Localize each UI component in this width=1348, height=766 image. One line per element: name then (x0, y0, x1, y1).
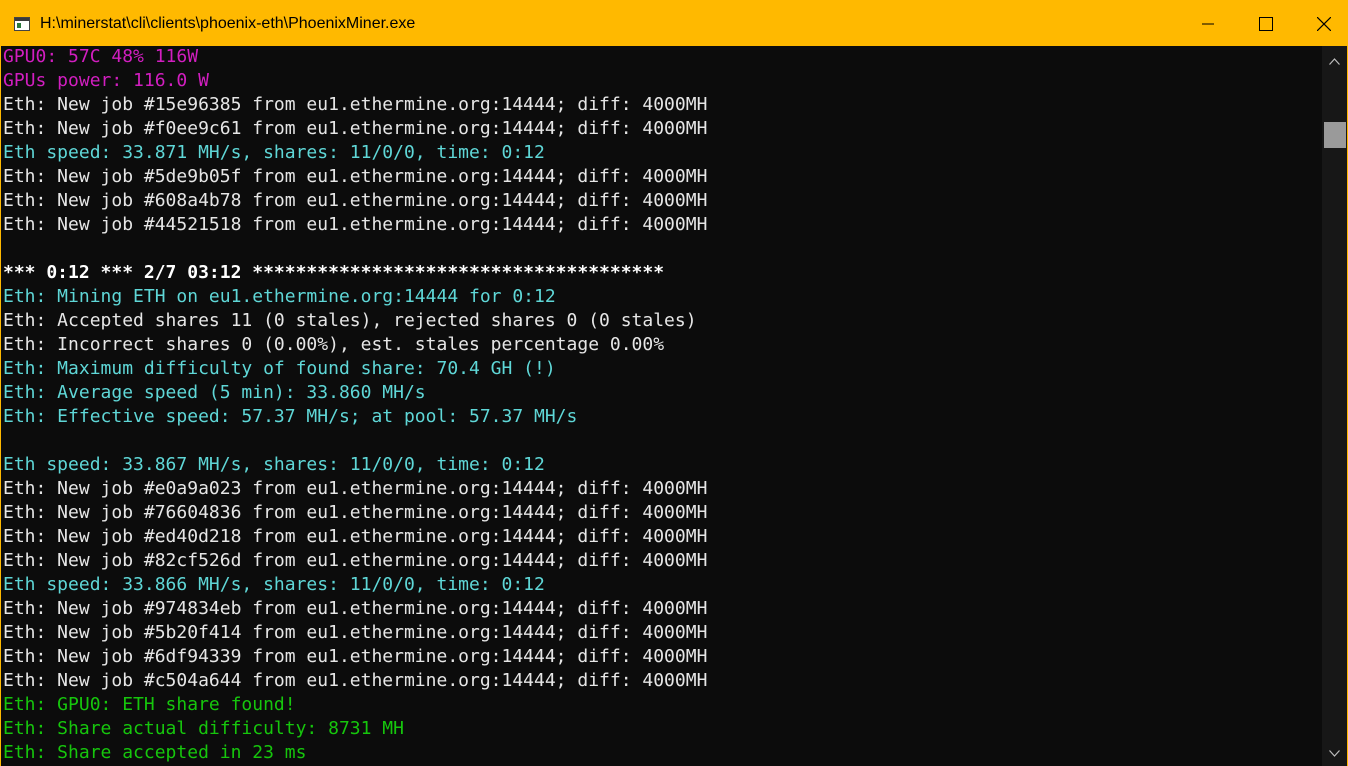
console-line: Eth: New job #c504a644 from eu1.ethermin… (3, 670, 708, 691)
console-line: Eth: Mining ETH on eu1.ethermine.org:144… (3, 286, 556, 307)
console-line: Eth: GPU0: ETH share found! (3, 694, 296, 715)
console-output[interactable]: GPU0: 57C 48% 116W GPUs power: 116.0 W Eth… (1, 46, 1322, 766)
console-line: Eth: New job #f0ee9c61 from eu1.ethermin… (3, 118, 708, 139)
console-line: Eth: New job #76604836 from eu1.ethermin… (3, 502, 708, 523)
chevron-down-icon (1329, 749, 1340, 757)
minimize-icon (1202, 23, 1214, 24)
caption-buttons (1173, 1, 1347, 46)
console-line: Eth speed: 33.866 MH/s, shares: 11/0/0, … (3, 574, 545, 595)
console-line: Eth: New job #44521518 from eu1.ethermin… (3, 214, 708, 235)
console-line: Eth: Share accepted in 23 ms (3, 742, 307, 763)
console-line: Eth: Accepted shares 11 (0 stales), reje… (3, 310, 697, 331)
window-title: H:\minerstat\cli\clients\phoenix-eth\Pho… (40, 14, 416, 32)
console-line: Eth: New job #608a4b78 from eu1.ethermin… (3, 190, 708, 211)
close-icon (1317, 16, 1331, 31)
minimize-button[interactable] (1185, 1, 1231, 46)
console-line: Eth: New job #82cf526d from eu1.ethermin… (3, 550, 708, 571)
console-line: *** 0:12 *** 2/7 03:12 *****************… (3, 262, 665, 283)
console-line: Eth: New job #e0a9a023 from eu1.ethermin… (3, 478, 708, 499)
console-line: Eth: New job #ed40d218 from eu1.ethermin… (3, 526, 708, 547)
console-line: GPUs power: 116.0 W (3, 70, 209, 91)
console-line: Eth: New job #974834eb from eu1.ethermin… (3, 598, 708, 619)
maximize-button[interactable] (1243, 1, 1289, 46)
console-line: Eth speed: 33.871 MH/s, shares: 11/0/0, … (3, 142, 545, 163)
console-window-icon[interactable] (14, 16, 30, 31)
console-line: Eth: New job #5de9b05f from eu1.ethermin… (3, 166, 708, 187)
scroll-down-button[interactable] (1322, 740, 1347, 766)
console-line: GPU0: 57C 48% 116W (3, 46, 199, 67)
console-line: Eth speed: 33.867 MH/s, shares: 11/0/0, … (3, 454, 545, 475)
console-window: H:\minerstat\cli\clients\phoenix-eth\Pho… (0, 0, 1348, 766)
close-button[interactable] (1301, 1, 1347, 46)
console-line: Eth: Share actual difficulty: 8731 MH (3, 718, 404, 739)
console-line: Eth: New job #15e96385 from eu1.ethermin… (3, 94, 708, 115)
console-line: Eth: New job #5b20f414 from eu1.ethermin… (3, 622, 708, 643)
maximize-icon (1259, 16, 1273, 31)
console-line: Eth: Incorrect shares 0 (0.00%), est. st… (3, 334, 665, 355)
scroll-thumb[interactable] (1324, 122, 1346, 148)
scroll-up-button[interactable] (1322, 48, 1347, 74)
console-line: Eth: Effective speed: 57.37 MH/s; at poo… (3, 406, 578, 427)
chevron-up-icon (1329, 57, 1340, 65)
console-line: Eth: Maximum difficulty of found share: … (3, 358, 556, 379)
console-line: Eth: New job #6df94339 from eu1.ethermin… (3, 646, 708, 667)
console-line: Eth: Average speed (5 min): 33.860 MH/s (3, 382, 426, 403)
vertical-scrollbar[interactable] (1322, 46, 1347, 766)
title-bar[interactable]: H:\minerstat\cli\clients\phoenix-eth\Pho… (1, 1, 1347, 46)
